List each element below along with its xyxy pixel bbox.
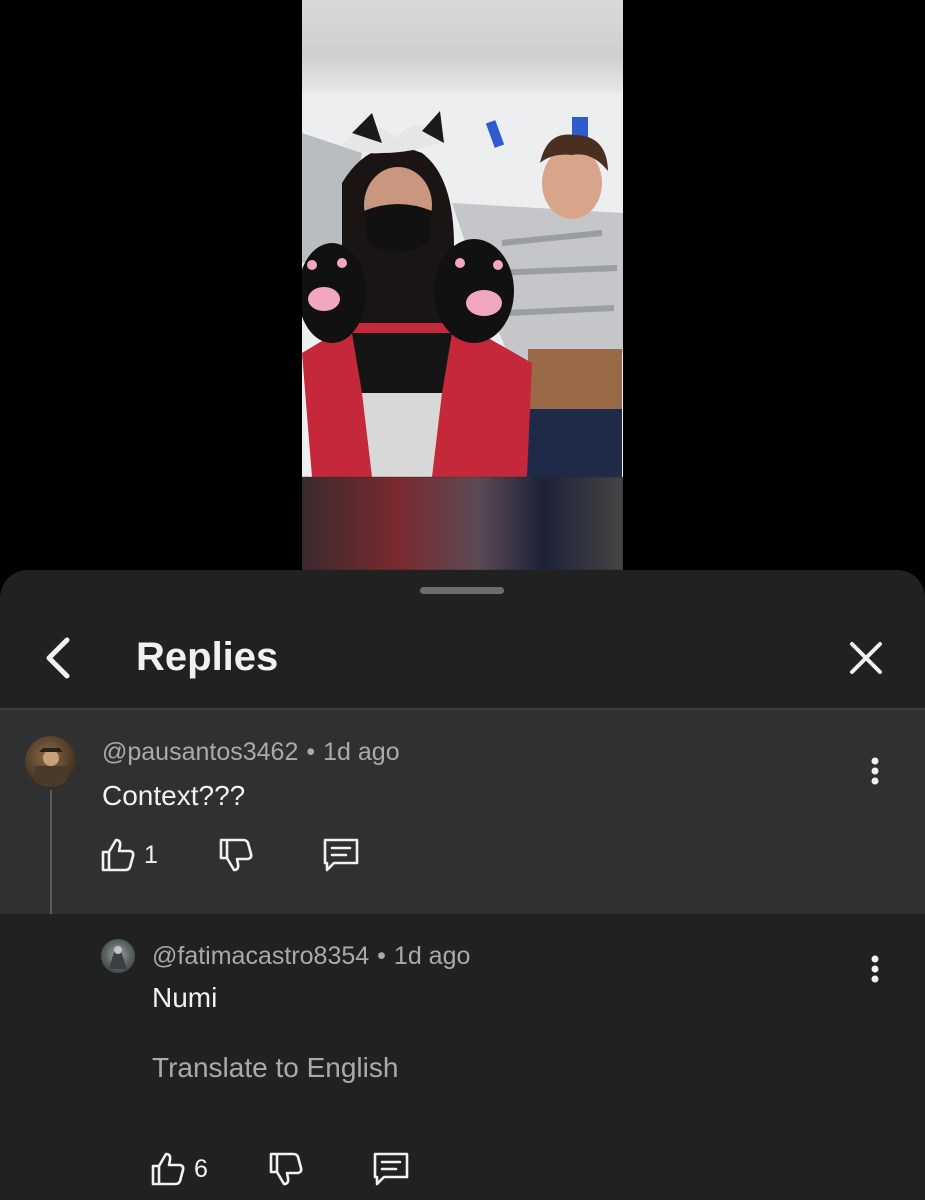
video-blur-top — [302, 0, 623, 93]
close-icon — [850, 642, 882, 674]
like-button[interactable]: 1 — [100, 830, 158, 880]
thumbs-down-icon — [269, 1152, 303, 1186]
like-count: 6 — [194, 1155, 208, 1183]
avatar-image — [35, 748, 67, 787]
avatar[interactable] — [25, 736, 76, 787]
close-button[interactable] — [836, 628, 896, 688]
reply-button[interactable] — [322, 830, 360, 880]
comment-author[interactable]: @fatimacastro8354 — [152, 942, 369, 970]
comment-author[interactable]: @pausantos3462 — [102, 738, 298, 766]
comment-time: 1d ago — [323, 738, 400, 766]
translate-link[interactable]: Translate to English — [152, 1051, 398, 1085]
thumbs-up-icon — [101, 838, 135, 872]
meta-separator: • — [377, 942, 386, 970]
dislike-button[interactable] — [268, 1144, 304, 1194]
reply-comment: @fatimacastro8354 • 1d ago Numi Translate … — [0, 914, 925, 1200]
avatar-image — [109, 946, 127, 969]
comment-icon — [373, 1152, 409, 1186]
back-button[interactable] — [30, 628, 86, 688]
more-vertical-icon — [871, 757, 879, 785]
video-player[interactable] — [0, 0, 925, 580]
comment-more-button[interactable] — [855, 944, 895, 994]
video-frame[interactable] — [302, 0, 623, 570]
comment-meta: @fatimacastro8354 • 1d ago — [152, 941, 470, 971]
video-blur-bottom — [302, 477, 623, 570]
more-vertical-icon — [871, 955, 879, 983]
comment-meta: @pausantos3462 • 1d ago — [102, 737, 400, 767]
comment-text: Context??? — [102, 780, 246, 811]
like-count: 1 — [144, 841, 158, 869]
comment-more-button[interactable] — [855, 746, 895, 796]
video-photo-illustration — [302, 93, 623, 477]
thumbs-up-icon — [151, 1152, 185, 1186]
thumbs-down-icon — [219, 838, 253, 872]
video-photo — [302, 93, 623, 477]
like-button[interactable]: 6 — [150, 1144, 208, 1194]
avatar[interactable] — [101, 939, 135, 973]
sheet-header: Replies — [0, 610, 925, 708]
page-title: Replies — [136, 635, 279, 679]
drag-handle[interactable] — [420, 587, 504, 594]
chevron-left-icon — [46, 637, 70, 679]
comment-time: 1d ago — [393, 942, 471, 970]
meta-separator: • — [306, 738, 316, 766]
comment-icon — [323, 838, 359, 872]
reply-button[interactable] — [372, 1144, 410, 1194]
comment-text: Numi — [152, 982, 218, 1013]
dislike-button[interactable] — [218, 830, 254, 880]
parent-comment: @pausantos3462 • 1d ago Context??? 1 — [0, 710, 925, 972]
replies-sheet: Replies @pausantos3462 • 1d ago Context??? — [0, 570, 925, 1200]
